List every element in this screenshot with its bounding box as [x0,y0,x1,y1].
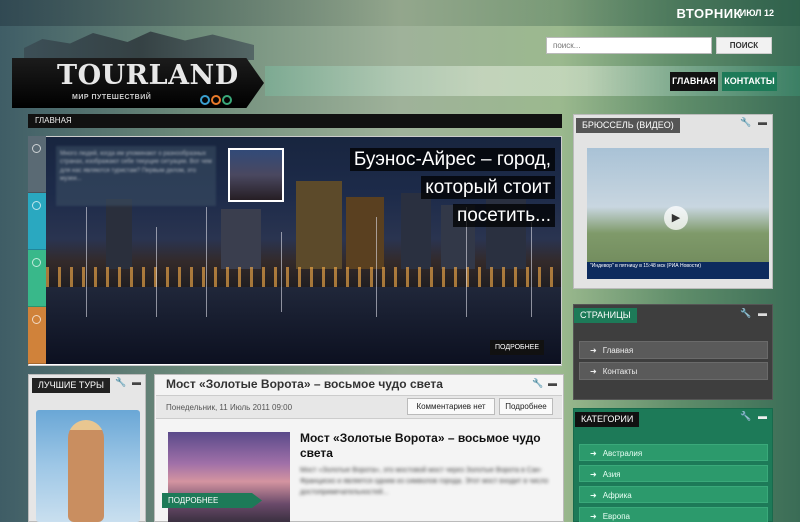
breadcrumb: ГЛАВНАЯ [28,114,562,128]
categories-box-title: КАТЕГОРИИ [575,412,640,427]
date-day: ВТОРНИК [676,6,742,21]
search-button[interactable]: ПОИСК [716,37,772,54]
category-item-label: Азия [602,470,621,479]
wrench-icon[interactable]: 🔧 [740,117,751,128]
sidebar-item-contacts[interactable]: ➜ Контакты [579,362,768,380]
slide-thumbnail[interactable] [228,148,284,202]
logo-splash [24,31,254,60]
wrench-icon[interactable]: 🔧 [115,377,126,388]
logo-subtitle: МИР ПУТЕШЕСТВИЙ [72,94,152,101]
arrow-icon: ➜ [590,346,597,355]
nav-home[interactable]: ГЛАВНАЯ [670,72,718,91]
article-header-title[interactable]: Мост «Золотые Ворота» – восьмое чудо све… [166,377,443,391]
comments-button[interactable]: Комментариев нет [407,398,495,415]
video-ticker: "Индевор" в пятницу в 15:48 мск (РИА Нов… [587,262,769,279]
slider-tab-4[interactable] [28,307,46,364]
arrow-icon: ➜ [590,512,597,521]
arrow-icon: ➜ [590,470,597,479]
sidebar-item-label: Контакты [602,367,638,376]
arrow-icon: ➜ [590,491,597,500]
sidebar-item-label: Главная [602,346,634,355]
minimize-icon[interactable]: ▬ [132,377,141,387]
read-more-button[interactable]: Подробнее [499,398,553,415]
slider-tab-2[interactable] [28,193,46,250]
category-item-africa[interactable]: ➜ Африка [579,486,768,503]
slider-tab-3[interactable] [28,250,46,307]
category-item-asia[interactable]: ➜ Азия [579,465,768,482]
pages-box-title: СТРАНИЦЫ [574,308,637,323]
slider-tabs [28,136,46,366]
header-bar [265,66,800,96]
category-item-label: Австралия [602,449,643,458]
category-item-label: Африка [602,491,632,500]
minimize-icon[interactable]: ▬ [758,308,767,318]
video-box-title: БРЮССЕЛЬ (ВИДЕО) [576,118,680,133]
arrow-icon: ➜ [590,449,597,458]
category-item-europe[interactable]: ➜ Европа [579,507,768,522]
wrench-icon[interactable]: 🔧 [740,308,751,319]
minimize-icon[interactable]: ▬ [548,378,557,388]
thumbnail-more-button[interactable]: ПОДРОБНЕЕ [162,493,262,508]
article-date: Понедельник, 11 Июль 2011 09:00 [166,403,293,412]
arrow-icon: ➜ [590,367,597,376]
tour-image-person [68,420,104,522]
play-icon[interactable]: ▶ [664,206,688,230]
site-logo[interactable]: TOURLAND МИР ПУТЕШЕСТВИЙ [12,30,267,110]
slide-intro-text: Много людей, когда им упоминают о разноо… [56,146,216,206]
logo-title: TOURLAND [57,60,239,91]
article-thumbnail[interactable] [168,432,290,522]
category-item-label: Европа [602,512,630,521]
slide-more-button[interactable]: ПОДРОБНЕЕ [490,340,545,355]
wrench-icon[interactable]: 🔧 [740,411,751,422]
search-input[interactable] [546,37,712,54]
slide-title-line-2: который стоит [421,176,555,199]
slider-tab-1[interactable] [28,136,46,193]
minimize-icon[interactable]: ▬ [758,411,767,421]
article-heading[interactable]: Мост «Золотые Ворота» – восьмое чудо све… [300,431,555,461]
wrench-icon[interactable]: 🔧 [532,378,543,389]
logo-circles-icon [200,92,233,110]
slide-title-line-3: посетить... [452,204,555,227]
slide-title-line-1: Буэнос-Айрес – город, [349,148,555,171]
sidebar-item-home[interactable]: ➜ Главная [579,341,768,359]
slide-title[interactable]: Буэнос-Айрес – город, который стоит посе… [330,146,555,230]
minimize-icon[interactable]: ▬ [758,117,767,127]
date-number: ИЮЛ 12 [739,8,774,18]
category-item-australia[interactable]: ➜ Австралия [579,444,768,461]
nav-contacts[interactable]: КОНТАКТЫ [722,72,777,91]
best-tours-title: ЛУЧШИЕ ТУРЫ [32,378,111,393]
article-excerpt: Мост «Золотые Ворота», это мостовой мост… [300,467,549,496]
